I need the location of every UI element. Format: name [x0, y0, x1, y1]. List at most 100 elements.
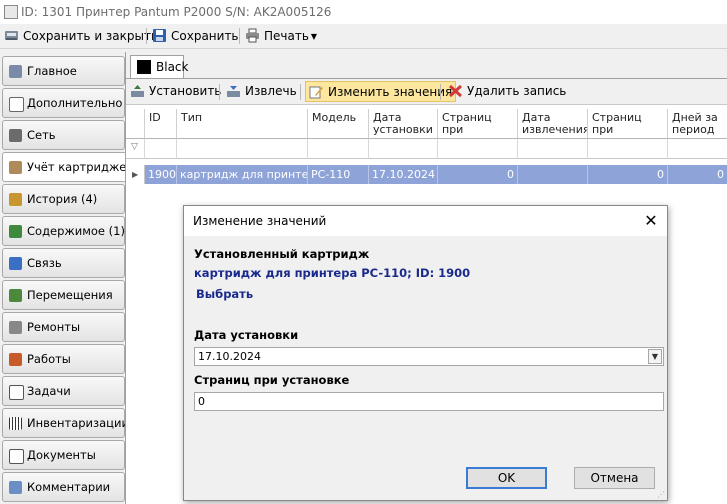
print-label: Печать: [264, 29, 309, 43]
filter-cell[interactable]: [369, 139, 438, 159]
main-toolbar: Сохранить и закрыть Сохранить Печать ▼: [0, 24, 727, 49]
install-button[interactable]: Установить: [130, 81, 221, 102]
extract-icon: [226, 84, 241, 98]
floppy-icon: [152, 28, 167, 43]
checklist-icon: [9, 385, 24, 400]
installed-cartridge-label: Установленный картридж: [194, 247, 370, 261]
table-cell-id[interactable]: 1900: [145, 165, 177, 184]
sidebar-item-cartridges[interactable]: Учёт картриджей: [2, 152, 134, 182]
filter-cell[interactable]: [438, 139, 518, 159]
column-header-days[interactable]: Дней за период: [668, 109, 727, 139]
wrench-icon: [9, 321, 22, 334]
delete-record-button[interactable]: Удалить запись: [448, 81, 566, 102]
sidebar-item-repairs[interactable]: Ремонты: [2, 312, 125, 342]
installed-cartridge-value: картридж для принтера PC-110; ID: 1900: [194, 266, 471, 280]
sidebar-item-label: Сеть: [27, 128, 56, 142]
table-cell-days[interactable]: 0: [668, 165, 727, 184]
sidebar-item-tasks[interactable]: Задачи: [2, 376, 125, 406]
close-icon[interactable]: ✕: [641, 211, 661, 231]
chevron-down-icon: ▼: [310, 32, 318, 41]
table-cell-extract-pages[interactable]: 0: [588, 165, 668, 184]
extract-label: Извлечь: [245, 84, 297, 98]
sidebar-item-comments[interactable]: Комментарии: [2, 472, 125, 502]
filter-cell[interactable]: [668, 139, 727, 159]
sidebar-item-documents[interactable]: Документы: [2, 440, 125, 470]
save-button[interactable]: Сохранить: [152, 26, 239, 46]
filter-cell[interactable]: [145, 139, 177, 159]
sidebar-item-contents[interactable]: Содержимое (1): [2, 216, 125, 246]
choose-link[interactable]: Выбрать: [196, 287, 253, 301]
sidebar-item-label: Главное: [27, 64, 77, 78]
filter-cell[interactable]: [308, 139, 369, 159]
row-indicator[interactable]: ▶: [126, 165, 145, 184]
sidebar-item-main[interactable]: Главное: [2, 56, 125, 86]
sidebar-item-label: Комментарии: [27, 480, 111, 494]
window-titlebar: ID: 1301 Принтер Pantum P2000 S/N: AK2A0…: [0, 0, 727, 24]
filter-cell[interactable]: [177, 139, 308, 159]
ok-button[interactable]: OK: [466, 467, 547, 489]
toolbar-separator: [219, 84, 220, 100]
tools-icon: [9, 353, 22, 366]
color-swatch: [137, 60, 151, 74]
dialog-titlebar: Изменение значений ✕: [184, 206, 667, 236]
sidebar-item-label: Инвентаризации: [27, 416, 129, 430]
sidebar-item-label: Связь: [27, 256, 62, 270]
table-cell-install-pages[interactable]: 0: [438, 165, 518, 184]
tab-label: Black: [156, 60, 189, 74]
tab-black[interactable]: Black: [130, 55, 188, 78]
sidebar-item-inventory[interactable]: Инвентаризации: [2, 408, 129, 438]
sidebar-item-link[interactable]: Связь: [2, 248, 125, 278]
window-title: ID: 1301 Принтер Pantum P2000 S/N: AK2A0…: [21, 5, 332, 19]
barcode-icon: [9, 417, 22, 430]
app-icon: [4, 5, 18, 19]
sidebar-item-history[interactable]: История (4): [2, 184, 125, 214]
chevron-down-icon[interactable]: ▼: [648, 349, 662, 364]
history-icon: [9, 193, 22, 206]
home-icon: [9, 65, 22, 78]
extract-button[interactable]: Извлечь: [226, 81, 297, 102]
column-header-id[interactable]: ID: [145, 109, 177, 139]
print-button[interactable]: Печать ▼: [245, 26, 317, 46]
table-cell-type[interactable]: картридж для принтера: [177, 165, 308, 184]
sidebar-item-label: Работы: [27, 352, 71, 366]
column-header-install-pages[interactable]: Страниц при установке: [438, 109, 518, 139]
list-icon: [9, 97, 24, 112]
toolbar-separator: [146, 28, 147, 44]
column-header-extract-date[interactable]: Дата извлечения: [518, 109, 588, 139]
resize-grip-icon[interactable]: ⋰: [657, 490, 665, 499]
column-header-install-date[interactable]: Дата установки: [369, 109, 438, 139]
install-pages-field[interactable]: 0: [194, 392, 664, 411]
toolbar-separator: [440, 84, 441, 100]
column-header-type[interactable]: Тип: [177, 109, 308, 139]
sidebar-item-label: Дополнительно: [27, 96, 123, 110]
filter-row-indicator: ▽: [126, 139, 145, 159]
cartridge-tabstrip: Black: [126, 52, 727, 79]
save-close-icon: [4, 28, 19, 43]
filter-cell[interactable]: [518, 139, 588, 159]
filter-icon[interactable]: ▽: [131, 142, 138, 152]
sidebar-item-network[interactable]: Сеть: [2, 120, 125, 150]
save-close-button[interactable]: Сохранить и закрыть: [4, 26, 158, 46]
sidebar-item-moves[interactable]: Перемещения: [2, 280, 125, 310]
install-pages-label: Страниц при установке: [194, 373, 350, 387]
install-date-label: Дата установки: [194, 328, 299, 342]
column-header-model[interactable]: Модель: [308, 109, 369, 139]
save-label: Сохранить: [171, 29, 239, 43]
edit-icon: [309, 85, 324, 99]
filter-cell[interactable]: [588, 139, 668, 159]
edit-values-button[interactable]: Изменить значения: [305, 81, 457, 102]
document-icon: [9, 449, 24, 464]
sidebar: Главное Дополнительно Сеть Учёт картридж…: [0, 52, 134, 504]
printer-icon: [245, 28, 260, 43]
sidebar-item-additional[interactable]: Дополнительно: [2, 88, 125, 118]
table-cell-model[interactable]: PC-110: [308, 165, 369, 184]
column-header-extract-pages[interactable]: Страниц при извлечении: [588, 109, 668, 139]
sidebar-item-works[interactable]: Работы: [2, 344, 125, 374]
install-date-value: 17.10.2024: [198, 350, 261, 363]
cancel-button[interactable]: Отмена: [574, 467, 655, 489]
grid-toolbar: Установить Извлечь Изменить значения Уда…: [126, 79, 727, 105]
install-date-field[interactable]: 17.10.2024 ▼: [194, 347, 664, 366]
table-cell-install-date[interactable]: 17.10.2024: [369, 165, 438, 184]
row-pointer-icon: ▶: [132, 170, 139, 179]
table-cell-extract-date[interactable]: [518, 165, 588, 184]
